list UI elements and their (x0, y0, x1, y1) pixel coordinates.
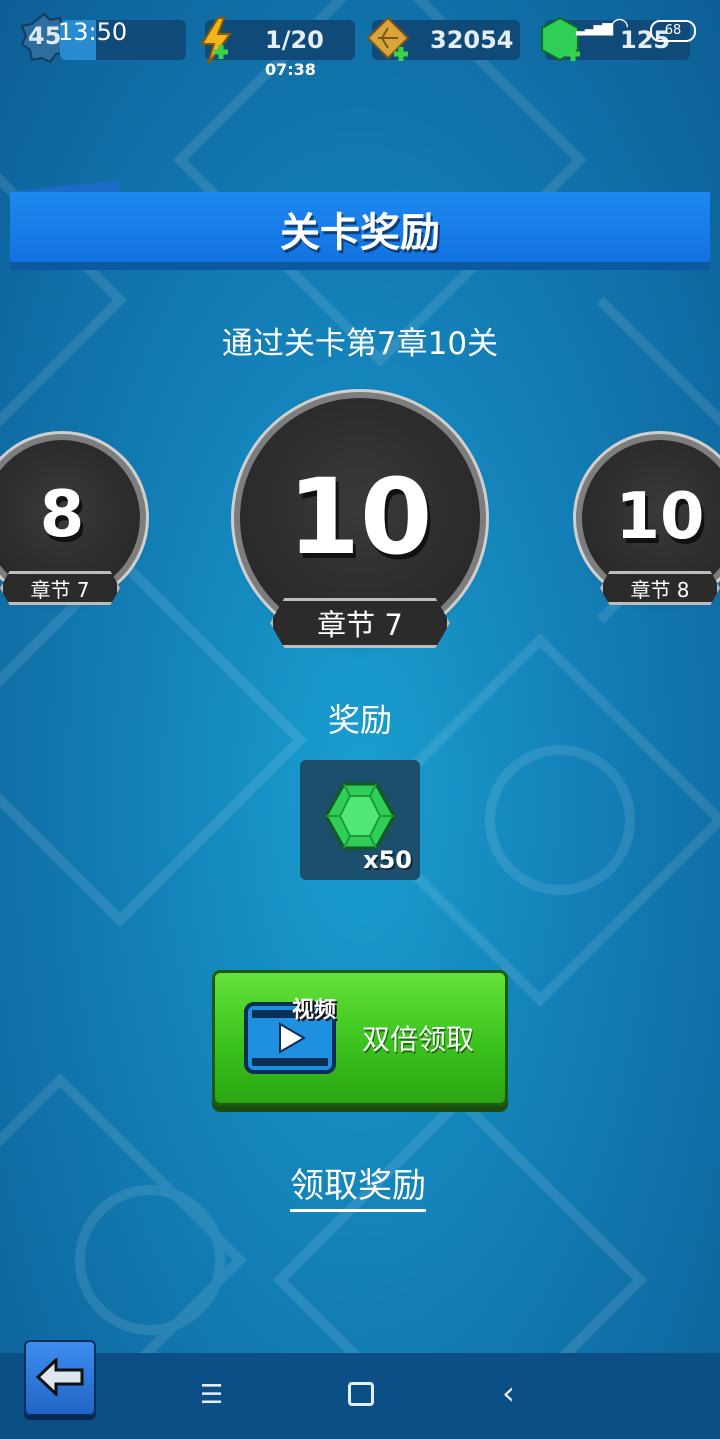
medal-next-tag: 章节 8 (600, 571, 720, 605)
signal-icon: ▂▃▅▆ (576, 20, 613, 36)
reward-item[interactable]: x50 (300, 760, 420, 880)
gold-ticket-icon (366, 16, 410, 61)
medal-current-number: 10 (287, 456, 433, 578)
medal-current-chapter: 章节 7 (317, 608, 403, 642)
medal-current-tag: 章节 7 (270, 598, 450, 648)
page-title: 关卡奖励 (280, 210, 440, 256)
top-hud: 45 13:50 1/20 07:38 32054 125 ▂▃▅▆ ◠ 68 (0, 0, 720, 80)
gold-value: 32054 (430, 26, 514, 54)
menu-icon[interactable]: ☰ (200, 1380, 223, 1410)
medal-next-chapter: 章节 8 (630, 577, 690, 602)
reward-label: 奖励 (327, 701, 392, 739)
claim-reward-link[interactable]: 领取奖励 (290, 1158, 426, 1212)
energy-value: 1/20 (265, 26, 324, 54)
level-cleared-text: 通过关卡第7章10关 (221, 326, 499, 362)
medal-previous-number: 8 (39, 478, 85, 552)
double-claim-label: 双倍领取 (362, 1023, 475, 1056)
medal-previous-chapter: 章节 7 (30, 577, 90, 602)
green-gem-icon (324, 782, 396, 850)
medal-previous-tag: 章节 7 (0, 571, 120, 605)
player-level: 45 (28, 22, 62, 50)
chevron-left-icon[interactable]: ‹ (502, 1374, 515, 1412)
wifi-icon: ◠ (610, 14, 630, 39)
title-banner: 关卡奖励 (10, 192, 710, 262)
battery-indicator: 68 (650, 20, 696, 42)
energy-bolt-icon (200, 17, 232, 65)
status-time: 13:50 (58, 18, 128, 46)
double-claim-button[interactable]: 视频 双倍领取 (212, 970, 508, 1106)
home-square-icon[interactable] (348, 1382, 374, 1406)
medal-next-number: 10 (615, 480, 705, 554)
video-badge: 视频 (292, 998, 337, 1023)
energy-timer: 07:38 (265, 60, 316, 79)
reward-quantity: x50 (363, 846, 412, 874)
back-button[interactable] (24, 1340, 96, 1416)
back-arrow-icon (36, 1358, 84, 1396)
